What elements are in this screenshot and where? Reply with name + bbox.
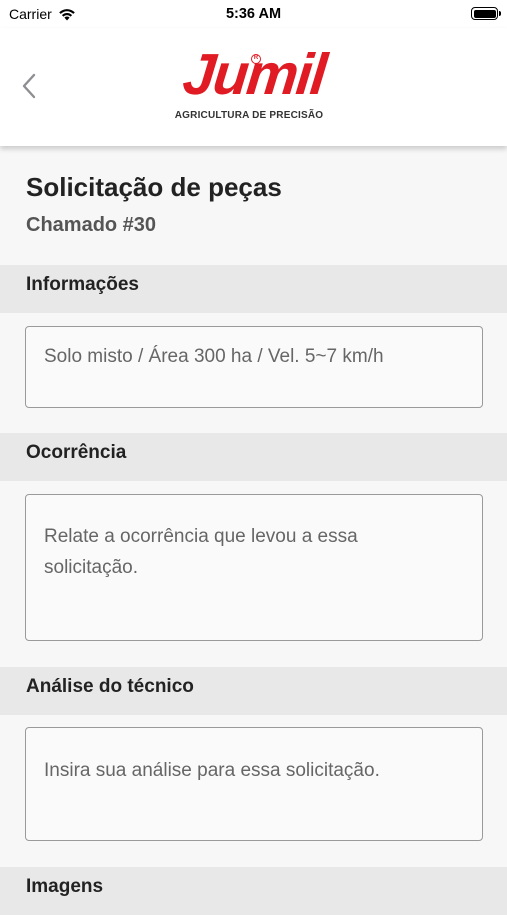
logo-tagline: AGRICULTURA DE PRECISÃO (174, 110, 324, 121)
clock: 5:36 AM (225, 6, 282, 22)
navigation-bar: Jumil R AGRICULTURA DE PRECISÃO (0, 28, 507, 146)
battery-icon (471, 7, 501, 20)
status-bar: Carrier 5:36 AM (0, 0, 507, 28)
chevron-left-icon (22, 73, 36, 99)
informacoes-field[interactable]: Solo misto / Área 300 ha / Vel. 5~7 km/h (25, 326, 483, 408)
page-title: Solicitação de peças (26, 172, 282, 202)
section-header-informacoes: Informações (0, 265, 507, 313)
registered-mark-icon: R (251, 54, 261, 64)
analise-textarea[interactable]: Insira sua análise para essa solicitação… (25, 727, 483, 841)
ticket-number: Chamado #30 (26, 214, 157, 236)
jumil-logo: Jumil R AGRICULTURA DE PRECISÃO (151, 42, 357, 128)
section-header-analise: Análise do técnico (0, 667, 507, 715)
section-header-ocorrencia: Ocorrência (0, 433, 507, 481)
form-content: Solicitação de peças Chamado #30 Informa… (0, 146, 507, 915)
logo-wordmark: Jumil (179, 42, 329, 107)
ocorrencia-textarea[interactable]: Relate a ocorrência que levou a essa sol… (25, 494, 483, 641)
section-header-imagens: Imagens (0, 867, 507, 915)
back-button[interactable] (14, 68, 44, 104)
